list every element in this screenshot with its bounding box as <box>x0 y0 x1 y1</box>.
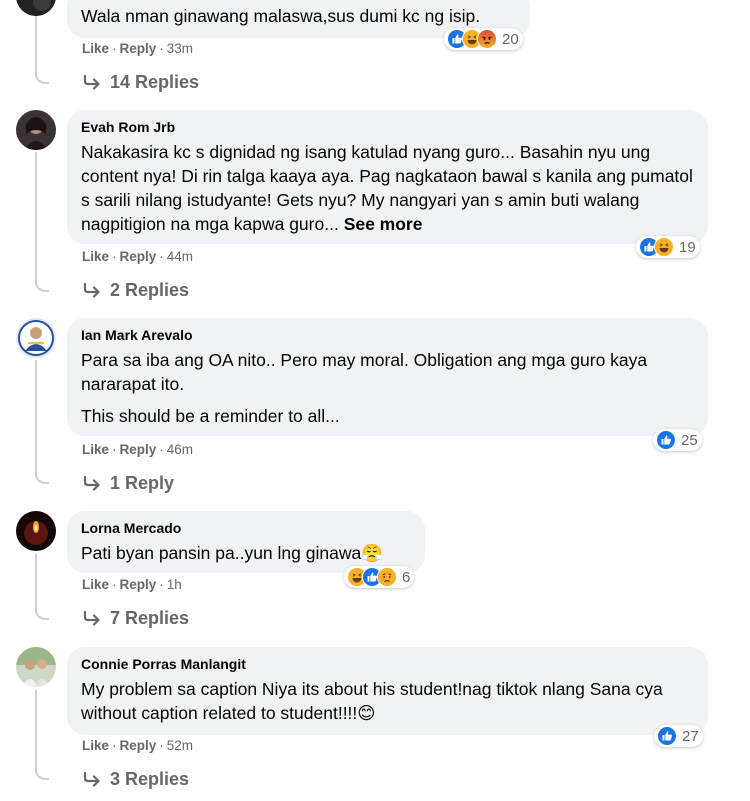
reaction-summary[interactable]: 27 <box>654 725 703 747</box>
reply-arrow-icon <box>82 73 102 95</box>
like-link[interactable]: Like <box>82 41 109 56</box>
avatar[interactable] <box>16 647 56 687</box>
thread-line <box>35 152 37 282</box>
comment-text: Para sa iba ang OA nito.. Pero may moral… <box>81 350 648 426</box>
angry-reaction-icon <box>477 29 497 49</box>
sad-reaction-icon <box>377 567 397 587</box>
separator: · <box>112 41 117 56</box>
separator: · <box>159 249 164 264</box>
reply-link[interactable]: Reply <box>120 249 157 264</box>
timestamp[interactable]: 44m <box>167 249 193 264</box>
thread-line <box>35 690 37 770</box>
comment-author[interactable]: Evah Rom Jrb <box>81 118 694 136</box>
view-replies-link[interactable]: 3 Replies <box>82 768 189 792</box>
thread-elbow <box>35 280 49 292</box>
view-replies-link[interactable]: 1 Reply <box>82 472 174 496</box>
separator: · <box>112 249 117 264</box>
thread-elbow <box>35 72 49 84</box>
like-link[interactable]: Like <box>82 577 109 592</box>
reaction-count: 6 <box>402 568 411 586</box>
like-reaction-icon <box>657 726 677 746</box>
separator: · <box>159 577 164 592</box>
avatar[interactable] <box>16 511 56 551</box>
reply-arrow-icon <box>82 474 102 496</box>
reaction-summary[interactable]: 25 <box>653 429 702 451</box>
haha-reaction-icon <box>654 237 674 257</box>
reaction-count: 20 <box>502 30 519 48</box>
reply-link[interactable]: Reply <box>120 442 157 457</box>
comment-actions: Like · Reply · 52m <box>82 737 193 755</box>
comment-text: Pati byan pansin pa..yun lng ginawa😤 <box>81 543 383 563</box>
comment-bubble: Evah Rom Jrb Nakakasira kc s dignidad ng… <box>67 110 708 244</box>
separator: · <box>112 442 117 457</box>
avatar[interactable] <box>16 318 56 358</box>
see-more-link[interactable]: See more <box>344 214 423 234</box>
thread-elbow <box>35 608 49 620</box>
reaction-count: 25 <box>681 431 698 449</box>
avatar[interactable] <box>16 0 56 16</box>
avatar[interactable] <box>16 110 56 150</box>
comment-bubble: Ian Mark Arevalo Para sa iba ang OA nito… <box>67 318 708 436</box>
comment-bubble: Lorna Mercado Pati byan pansin pa..yun l… <box>67 511 425 573</box>
reaction-summary[interactable]: 20 <box>444 28 523 50</box>
comment-author[interactable]: Lorna Mercado <box>81 519 411 537</box>
separator: · <box>159 442 164 457</box>
comment-actions: Like · Reply · 46m <box>82 441 193 459</box>
comment-actions: Like · Reply · 44m <box>82 248 193 266</box>
like-link[interactable]: Like <box>82 442 109 457</box>
thread-elbow <box>35 472 49 484</box>
comment-text: My problem sa caption Niya its about his… <box>81 679 663 723</box>
comment-author[interactable]: Ian Mark Arevalo <box>81 326 694 344</box>
view-replies-link[interactable]: 7 Replies <box>82 607 189 631</box>
comment-author[interactable]: Connie Porras Manlangit <box>81 655 694 673</box>
timestamp[interactable]: 1h <box>167 577 182 592</box>
reply-arrow-icon <box>82 609 102 631</box>
replies-count: 1 Reply <box>110 473 175 493</box>
reply-arrow-icon <box>82 770 102 792</box>
comment-actions: Like · Reply · 1h <box>82 576 182 594</box>
reaction-summary[interactable]: 19 <box>636 236 700 258</box>
reaction-count: 27 <box>682 727 699 745</box>
reply-arrow-icon <box>82 281 102 303</box>
like-link[interactable]: Like <box>82 738 109 753</box>
separator: · <box>112 577 117 592</box>
separator: · <box>112 738 117 753</box>
separator: · <box>159 41 164 56</box>
view-replies-link[interactable]: 14 Replies <box>82 71 199 95</box>
timestamp[interactable]: 52m <box>167 738 193 753</box>
comment-text: Wala nman ginawang malaswa,sus dumi kc n… <box>81 6 481 26</box>
comment-text: Nakakasira kc s dignidad ng isang katula… <box>81 142 693 234</box>
replies-count: 7 Replies <box>110 608 190 628</box>
like-reaction-icon <box>656 430 676 450</box>
thread-elbow <box>35 768 49 780</box>
view-replies-link[interactable]: 2 Replies <box>82 279 189 303</box>
comment-bubble: Connie Porras Manlangit My problem sa ca… <box>67 647 708 735</box>
reaction-summary[interactable]: 6 <box>344 566 415 588</box>
timestamp[interactable]: 46m <box>167 442 193 457</box>
thread-line <box>35 360 37 474</box>
replies-count: 14 Replies <box>110 72 200 92</box>
separator: · <box>159 738 164 753</box>
timestamp[interactable]: 33m <box>167 41 193 56</box>
replies-count: 3 Replies <box>110 769 190 789</box>
comment-actions: Like · Reply · 33m <box>82 40 193 58</box>
like-link[interactable]: Like <box>82 249 109 264</box>
reply-link[interactable]: Reply <box>120 41 157 56</box>
replies-count: 2 Replies <box>110 280 190 300</box>
reaction-count: 19 <box>679 238 696 256</box>
reply-link[interactable]: Reply <box>120 577 157 592</box>
reply-link[interactable]: Reply <box>120 738 157 753</box>
thread-line <box>35 554 37 610</box>
